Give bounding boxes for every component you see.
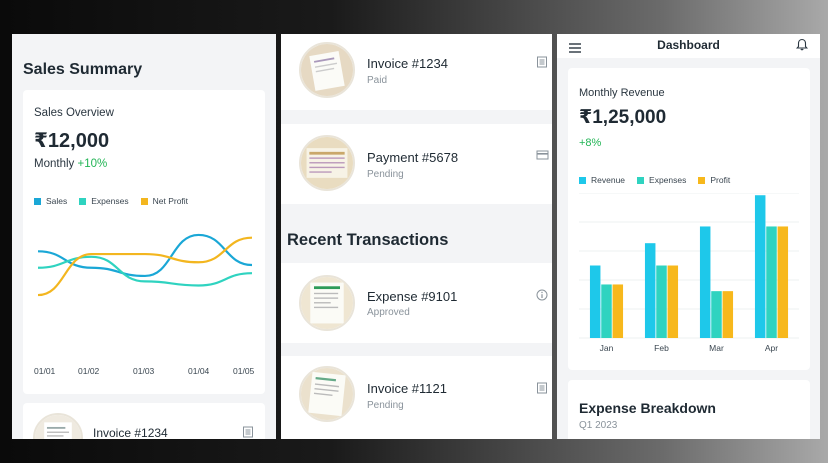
series-line-expenses xyxy=(37,255,253,287)
transactions-panel: Invoice #1234 Paid Payment #5678 Pending… xyxy=(281,34,552,439)
list-item[interactable]: Invoice #1234 xyxy=(23,403,265,439)
invoice-thumbnail xyxy=(299,366,355,422)
sales-line-chart xyxy=(37,233,253,297)
bar-revenue-apr[interactable] xyxy=(754,195,766,338)
revenue-amount: ₹1,25,000 xyxy=(579,107,667,128)
item-status: Pending xyxy=(367,169,404,180)
line-chart-legend: Sales Expenses Net Profit xyxy=(34,196,188,206)
list-item[interactable]: Payment #5678 Pending xyxy=(281,124,552,204)
change-value: +10% xyxy=(77,158,108,170)
info-icon[interactable] xyxy=(536,289,548,301)
card-title: Sales Overview xyxy=(34,107,114,119)
legend-sales[interactable]: Sales xyxy=(34,196,67,206)
revenue-change: +8% xyxy=(579,137,602,149)
bar-expenses-apr[interactable] xyxy=(766,226,777,338)
invoice-thumbnail xyxy=(299,42,355,98)
legend-revenue[interactable]: Revenue xyxy=(579,175,625,185)
breakdown-title: Expense Breakdown xyxy=(579,400,716,416)
legend-label: Expenses xyxy=(91,196,129,206)
document-icon[interactable] xyxy=(536,382,548,394)
card-title: Monthly Revenue xyxy=(579,87,665,99)
bar-expenses-feb[interactable] xyxy=(656,265,667,339)
list-item[interactable]: Invoice #1234 Paid xyxy=(281,34,552,110)
bar-chart-legend: Revenue Expenses Profit xyxy=(579,175,730,185)
bar-revenue-feb[interactable] xyxy=(644,243,656,338)
legend-profit[interactable]: Profit xyxy=(698,175,730,185)
item-title: Expense #9101 xyxy=(367,289,458,304)
item-title: Invoice #1121 xyxy=(367,381,447,396)
x-tick: Apr xyxy=(765,343,778,353)
invoice-thumbnail xyxy=(33,413,83,439)
item-title: Invoice #1234 xyxy=(93,426,168,439)
list-item[interactable]: Invoice #1121 Pending xyxy=(281,356,552,439)
period-label: Monthly xyxy=(34,158,75,170)
app-header: Dashboard xyxy=(557,34,820,58)
x-tick: Feb xyxy=(654,343,669,353)
item-title: Invoice #1234 xyxy=(367,56,448,71)
legend-label: Revenue xyxy=(591,175,626,185)
document-icon[interactable] xyxy=(242,426,254,438)
panel-heading: Sales Summary xyxy=(23,61,143,78)
legend-label: Expenses xyxy=(649,175,687,185)
monthly-revenue-card[interactable]: Monthly Revenue ₹1,25,000 +8% Revenue Ex… xyxy=(568,68,810,370)
period-change: Monthly +10% xyxy=(34,158,107,170)
item-title: Payment #5678 xyxy=(367,150,459,165)
item-status: Pending xyxy=(367,400,404,411)
legend-net-profit[interactable]: Net Profit xyxy=(140,196,189,206)
series-line-net-profit xyxy=(37,236,253,297)
credit-card-icon[interactable] xyxy=(536,149,549,161)
item-status: Paid xyxy=(367,75,388,86)
expense-breakdown-card[interactable]: Expense Breakdown Q1 2023 xyxy=(568,380,810,439)
document-icon[interactable] xyxy=(536,56,548,68)
bar-expenses-mar[interactable] xyxy=(711,291,722,338)
sales-overview-card[interactable]: Sales Overview ₹12,000 Monthly +10% Sale… xyxy=(23,90,265,394)
x-tick: Jan xyxy=(600,343,614,353)
breakdown-period: Q1 2023 xyxy=(579,420,618,431)
bar-revenue-jan[interactable] xyxy=(589,265,601,339)
legend-expenses[interactable]: Expenses xyxy=(79,196,129,206)
x-tick: Mar xyxy=(709,343,724,353)
app-title: Dashboard xyxy=(657,38,720,52)
bar-profit-feb[interactable] xyxy=(667,265,679,339)
revenue-bar-chart: Jan Feb Mar Apr xyxy=(579,193,799,353)
bell-icon[interactable] xyxy=(795,38,809,56)
item-status: Approved xyxy=(367,307,410,318)
sales-amount: ₹12,000 xyxy=(34,130,110,152)
x-tick: 01/04 xyxy=(188,366,210,376)
legend-label: Sales xyxy=(46,196,68,206)
legend-label: Net Profit xyxy=(152,196,189,206)
bar-profit-mar[interactable] xyxy=(722,291,734,338)
section-heading: Recent Transactions xyxy=(287,231,449,249)
bar-revenue-mar[interactable] xyxy=(699,226,711,338)
x-tick: 01/02 xyxy=(78,366,100,376)
payment-thumbnail xyxy=(299,135,355,191)
bar-profit-apr[interactable] xyxy=(777,226,789,338)
expense-thumbnail xyxy=(299,275,355,331)
x-tick: 01/05 xyxy=(233,366,255,376)
dashboard-panel: Dashboard Monthly Revenue ₹1,25,000 +8% … xyxy=(557,34,820,439)
legend-expenses[interactable]: Expenses xyxy=(637,175,686,185)
x-tick: 01/03 xyxy=(133,366,155,376)
sales-summary-panel: Sales Summary Sales Overview ₹12,000 Mon… xyxy=(12,34,276,439)
list-item[interactable]: Expense #9101 Approved xyxy=(281,263,552,343)
x-tick: 01/01 xyxy=(34,366,56,376)
bar-profit-jan[interactable] xyxy=(612,284,624,338)
legend-label: Profit xyxy=(710,175,731,185)
bar-expenses-jan[interactable] xyxy=(601,284,612,338)
